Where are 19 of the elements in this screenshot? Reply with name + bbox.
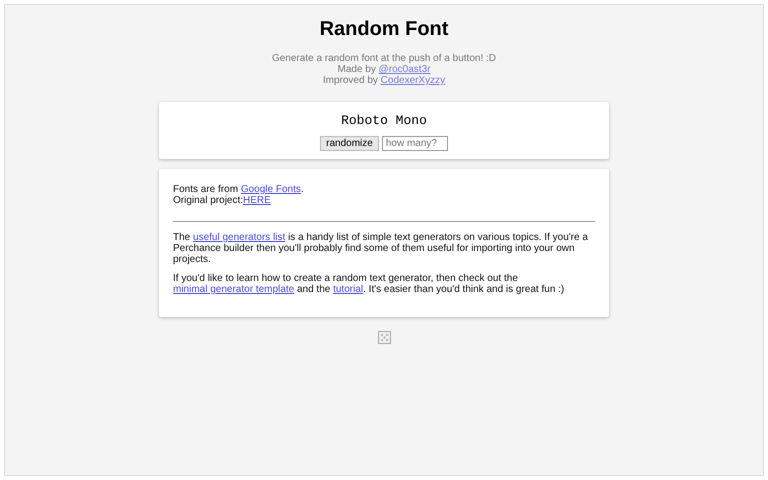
- link[interactable]: @roc0ast3r: [378, 64, 430, 75]
- dice-icon: [378, 331, 390, 344]
- header-text: Improved by CodexerXyzzy: [322, 75, 446, 86]
- info-text: Original project:HERE: [173, 195, 272, 206]
- info-text: Fonts are from Google Fonts.: [173, 184, 305, 195]
- link[interactable]: CodexerXyzzy: [380, 75, 446, 86]
- paragraph: If you'd like to learn how to create a random text generator, then check out the minimal generator template and the tutorial. It's easier than you'd think and is great fun :): [173, 273, 566, 295]
- header-text: Made by @roc0ast3r: [338, 64, 430, 75]
- link[interactable]: tutorial: [333, 284, 364, 295]
- randomize-button[interactable]: randomize: [320, 136, 379, 151]
- link[interactable]: HERE: [243, 195, 271, 206]
- header-text: Generate a random font at the push of a button! :D: [272, 53, 496, 64]
- link[interactable]: useful generators list: [193, 232, 286, 243]
- font-name: Roboto Mono: [341, 113, 427, 128]
- count-field[interactable]: how many?: [382, 136, 448, 151]
- page-title: Random Font: [320, 18, 448, 41]
- link[interactable]: minimal generator template: [173, 284, 294, 295]
- link[interactable]: Google Fonts: [240, 184, 301, 195]
- paragraph: The useful generators list is a handy list of simple text generators on various topics. If you're a Perchance builder then you'll probably find some of them useful for importing into your own projects.: [173, 232, 589, 265]
